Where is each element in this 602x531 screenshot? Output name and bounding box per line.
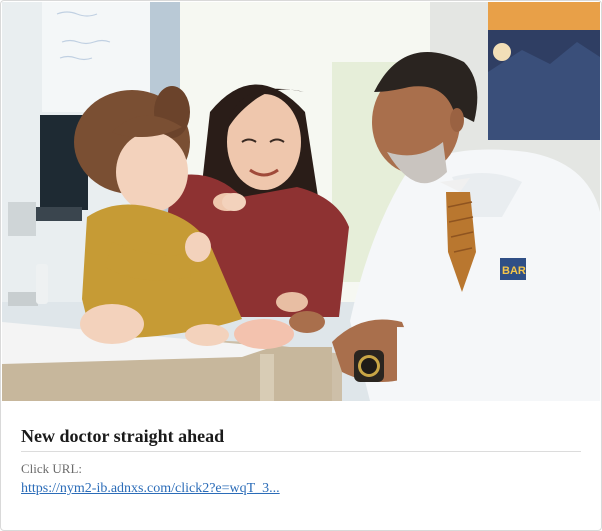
ad-photo: BAR: [2, 2, 600, 401]
ad-headline[interactable]: New doctor straight ahead: [21, 425, 581, 452]
ad-text-block: New doctor straight ahead Click URL: htt…: [21, 425, 581, 498]
ad-card: BAR New doctor straight ahead Click URL:…: [0, 0, 602, 531]
coat-badge-text: BAR: [502, 265, 526, 277]
click-url-label: Click URL:: [21, 461, 83, 476]
click-url-link[interactable]: https://nym2-ib.adnxs.com/click2?e=wqT_3…: [21, 480, 280, 498]
ad-image[interactable]: BAR: [2, 2, 600, 401]
